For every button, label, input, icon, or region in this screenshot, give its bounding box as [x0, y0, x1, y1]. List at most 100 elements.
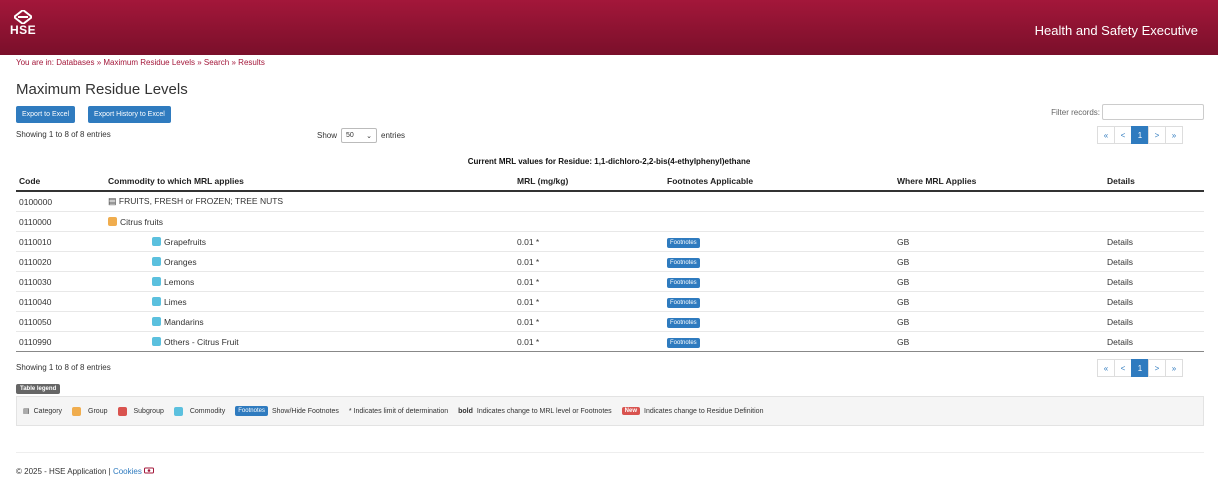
column-header-footnotes[interactable]: Footnotes Applicable	[664, 172, 894, 192]
commodity-name: Lemons	[164, 276, 195, 287]
category-icon: ▤	[23, 408, 30, 415]
footer-copyright: © 2025 - HSE Application |	[16, 467, 111, 476]
cell-code: 0110010	[16, 231, 105, 252]
cell-commodity: Oranges	[105, 251, 514, 272]
commodity-name: Grapefruits	[164, 236, 207, 247]
commodity-icon	[152, 256, 161, 266]
page-length-select[interactable]: 50 ⌄	[341, 128, 378, 143]
column-header-mrl[interactable]: MRL (mg/kg)	[514, 172, 664, 192]
cell-commodity: Mandarins	[105, 311, 514, 332]
cell-code: 0100000	[16, 191, 105, 212]
table-row: 0110020 Oranges 0.01 * Footnotes GB Deta…	[16, 251, 1204, 272]
table-row: 0110010 Grapefruits 0.01 * Footnotes GB …	[16, 231, 1204, 252]
column-header-where[interactable]: Where MRL Applies	[894, 172, 1104, 192]
table-row: 0110990 Others - Citrus Fruit 0.01 * Foo…	[16, 331, 1204, 352]
pagination-prev[interactable]: <	[1114, 359, 1132, 377]
details-link[interactable]: Details	[1104, 311, 1204, 332]
footnotes-button[interactable]: Footnotes	[667, 317, 700, 328]
page-length-value: 50	[346, 132, 354, 139]
legend-lod-text: * Indicates limit of determination	[348, 407, 449, 415]
site-header: HSE Health and Safety Executive	[0, 0, 1218, 55]
chevron-down-icon: ⌄	[366, 132, 373, 140]
details-link[interactable]: Details	[1104, 291, 1204, 312]
cell-footnotes: Footnotes	[664, 271, 894, 292]
details-link[interactable]: Details	[1104, 271, 1204, 292]
cell-where: GB	[894, 311, 1104, 332]
pagination-bottom: « < 1 > »	[1097, 359, 1183, 377]
footnotes-button[interactable]: Footnotes	[667, 237, 700, 248]
pagination-top: « < 1 > »	[1097, 126, 1183, 144]
commodity-icon	[152, 236, 161, 246]
hse-emblem-icon	[14, 10, 32, 24]
table-row: 0100000 ▤ FRUITS, FRESH or FROZEN; TREE …	[16, 191, 1204, 212]
category-icon: ▤	[108, 196, 117, 206]
breadcrumb-databases[interactable]: Databases	[56, 58, 94, 67]
breadcrumb-separator: »	[197, 58, 202, 67]
cell-commodity: Grapefruits	[105, 231, 514, 252]
legend-new-text: Indicates change to Residue Definition	[644, 407, 764, 415]
cell-mrl: 0.01 *	[514, 251, 664, 272]
cell-code: 0110050	[16, 311, 105, 332]
column-header-code[interactable]: Code	[16, 172, 105, 192]
hse-logo[interactable]: HSE	[10, 10, 36, 36]
pagination-page-1[interactable]: 1	[1131, 126, 1149, 144]
group-icon	[108, 216, 117, 226]
footnotes-button[interactable]: Footnotes	[667, 297, 700, 308]
details-link[interactable]: Details	[1104, 331, 1204, 352]
legend-bold-word: bold	[458, 407, 473, 415]
commodity-icon	[152, 296, 161, 306]
cell-footnotes: Footnotes	[664, 311, 894, 332]
pagination-next[interactable]: >	[1148, 126, 1166, 144]
commodity-name: Limes	[164, 296, 187, 307]
table-row: 0110030 Lemons 0.01 * Footnotes GB Detai…	[16, 271, 1204, 292]
export-excel-button[interactable]: Export to Excel	[16, 106, 76, 123]
pagination-last[interactable]: »	[1165, 359, 1183, 377]
pagination-next[interactable]: >	[1148, 359, 1166, 377]
breadcrumb-search[interactable]: Search	[204, 58, 229, 67]
column-header-commodity[interactable]: Commodity to which MRL applies	[105, 172, 514, 192]
cell-code: 0110040	[16, 291, 105, 312]
footnotes-button[interactable]: Footnotes	[667, 337, 700, 348]
pagination-first[interactable]: «	[1097, 126, 1115, 144]
cookies-link[interactable]: Cookies	[113, 467, 142, 476]
filter-input[interactable]	[1102, 104, 1204, 120]
cell-where: GB	[894, 271, 1104, 292]
legend-subgroup: Subgroup	[133, 407, 164, 415]
subgroup-icon	[117, 406, 127, 416]
commodity-icon	[152, 316, 161, 326]
site-title[interactable]: Health and Safety Executive	[1035, 23, 1198, 38]
cell-footnotes: Footnotes	[664, 231, 894, 252]
footer-divider	[16, 452, 1204, 453]
breadcrumb: You are in: Databases » Maximum Residue …	[16, 58, 265, 67]
cell-mrl: 0.01 *	[514, 291, 664, 312]
table-header-row: Code Commodity to which MRL applies MRL …	[16, 172, 1204, 192]
pagination-last[interactable]: »	[1165, 126, 1183, 144]
cell-footnotes: Footnotes	[664, 291, 894, 312]
details-link[interactable]: Details	[1104, 251, 1204, 272]
commodity-icon	[152, 336, 161, 346]
breadcrumb-mrl[interactable]: Maximum Residue Levels	[103, 58, 195, 67]
cell-where: GB	[894, 331, 1104, 352]
cell-code: 0110030	[16, 271, 105, 292]
legend-footnotes-text: Show/Hide Footnotes	[271, 407, 339, 415]
column-header-details[interactable]: Details	[1104, 172, 1204, 192]
table-caption: Current MRL values for Residue: 1,1-dich…	[467, 157, 751, 166]
entries-label: entries	[381, 131, 406, 140]
legend-group: Group	[88, 407, 108, 415]
cookie-icon	[144, 467, 155, 474]
details-link[interactable]: Details	[1104, 231, 1204, 252]
pagination-page-1[interactable]: 1	[1131, 359, 1149, 377]
legend-category: Category	[33, 407, 63, 415]
commodity-name: Citrus fruits	[120, 216, 163, 227]
breadcrumb-results: Results	[238, 58, 265, 67]
footnotes-button[interactable]: Footnotes	[667, 277, 700, 288]
pagination-prev[interactable]: <	[1114, 126, 1132, 144]
table-row: 0110050 Mandarins 0.01 * Footnotes GB De…	[16, 311, 1204, 332]
cell-where: GB	[894, 291, 1104, 312]
breadcrumb-separator: »	[96, 58, 102, 67]
export-history-button[interactable]: Export History to Excel	[88, 106, 171, 123]
pagination-first[interactable]: «	[1097, 359, 1115, 377]
legend-commodity: Commodity	[189, 407, 226, 415]
cell-mrl: 0.01 *	[514, 331, 664, 352]
footnotes-button[interactable]: Footnotes	[667, 257, 700, 268]
